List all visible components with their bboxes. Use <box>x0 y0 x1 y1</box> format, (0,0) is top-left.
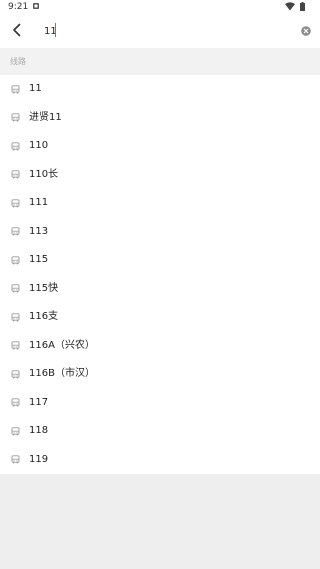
bus-icon <box>11 255 20 264</box>
app-notification-icon <box>33 3 39 9</box>
bus-icon <box>11 170 20 179</box>
bus-icon <box>11 455 20 464</box>
text-caret <box>55 23 56 37</box>
wifi-icon <box>285 2 295 11</box>
bus-icon <box>11 284 20 293</box>
result-item[interactable]: 116A（兴农） <box>0 332 320 361</box>
result-item[interactable]: 116支 <box>0 303 320 332</box>
result-item[interactable]: 11 <box>0 75 320 104</box>
result-item[interactable]: 113 <box>0 218 320 247</box>
bus-icon <box>11 198 20 207</box>
result-label: 116A（兴农） <box>29 339 95 351</box>
result-label: 110长 <box>29 168 59 180</box>
section-header: 线路 <box>0 48 320 75</box>
bus-icon <box>11 312 20 321</box>
bus-icon <box>11 341 20 350</box>
results-list: 11 进贤11 110 110长 111 113 115 115快 116支 116A（兴农） 11… <box>0 75 320 474</box>
bus-icon <box>11 426 20 435</box>
result-item[interactable]: 116B（市汉） <box>0 360 320 389</box>
result-item[interactable]: 115快 <box>0 275 320 304</box>
result-label: 116B（市汉） <box>29 368 95 379</box>
search-input[interactable] <box>44 21 284 41</box>
result-label: 115 <box>29 254 49 265</box>
result-label: 116支 <box>29 311 59 322</box>
section-label: 线路 <box>10 57 26 66</box>
status-time: 9:21 <box>8 2 29 12</box>
result-label: 117 <box>29 396 49 408</box>
result-label: 119 <box>29 453 49 465</box>
result-label: 113 <box>29 225 49 237</box>
result-item[interactable]: 110长 <box>0 161 320 190</box>
result-item[interactable]: 118 <box>0 417 320 446</box>
result-item[interactable]: 117 <box>0 389 320 418</box>
result-item[interactable]: 119 <box>0 446 320 475</box>
bus-icon <box>11 141 20 150</box>
bus-icon <box>11 113 20 122</box>
result-label: 118 <box>29 425 49 436</box>
search-bar <box>0 14 320 48</box>
bus-icon <box>11 227 20 236</box>
back-arrow-icon[interactable] <box>8 21 26 39</box>
result-item[interactable]: 110 <box>0 132 320 161</box>
result-item[interactable]: 111 <box>0 189 320 218</box>
result-item[interactable]: 进贤11 <box>0 104 320 133</box>
result-label: 110 <box>29 140 49 151</box>
result-label: 进贤11 <box>29 111 62 123</box>
battery-icon <box>300 2 305 11</box>
bus-icon <box>11 398 20 407</box>
result-item[interactable]: 115 <box>0 246 320 275</box>
clear-icon[interactable] <box>301 26 311 36</box>
result-label: 115快 <box>29 282 59 294</box>
bus-icon <box>11 84 20 93</box>
bus-icon <box>11 369 20 378</box>
result-label: 11 <box>29 83 42 94</box>
status-bar: 9:21 <box>0 0 320 14</box>
result-label: 111 <box>29 197 49 208</box>
